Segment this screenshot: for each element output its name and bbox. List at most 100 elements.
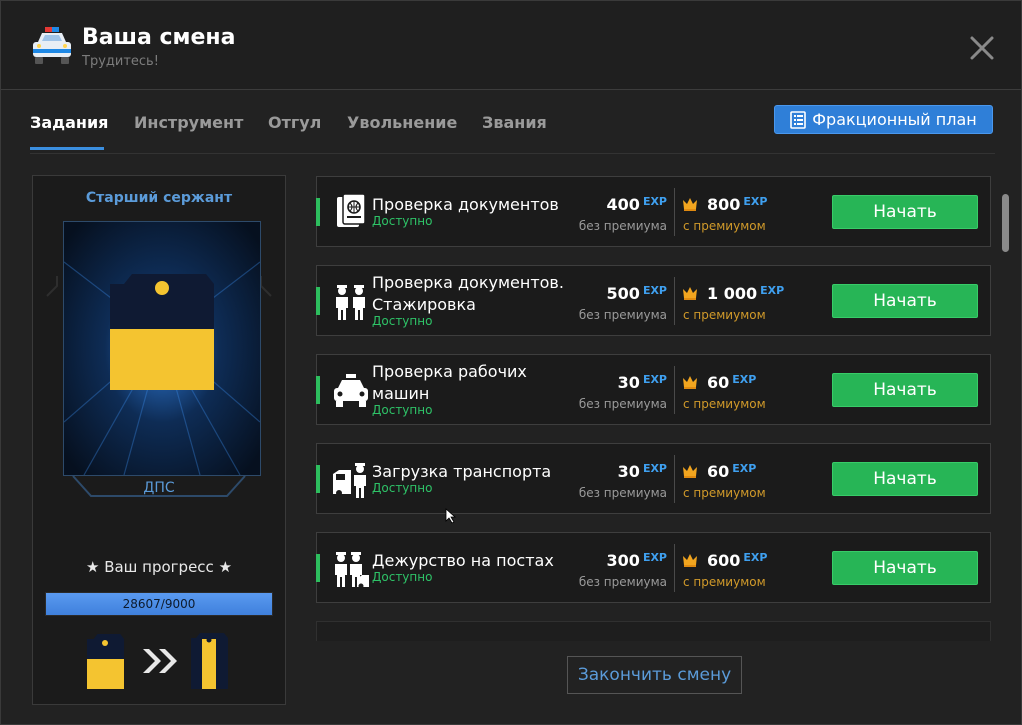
task-row-partial xyxy=(316,621,991,641)
tab-tasks[interactable]: Задания xyxy=(30,113,108,132)
mouse-cursor-icon xyxy=(445,508,457,524)
exp-tag: EXP xyxy=(642,462,667,475)
rank-insignia-icon xyxy=(64,222,260,475)
divider xyxy=(674,188,675,236)
tab-day-off[interactable]: Отгул xyxy=(268,113,321,132)
task-status: Доступно xyxy=(372,314,433,328)
task-name: Загрузка транспорта xyxy=(372,461,551,483)
task-exp-value: 400 xyxy=(606,195,640,214)
shift-window: Ваша смена Трудитесь! Задания Инструмент… xyxy=(0,0,1022,725)
with-premium-label: с премиумом xyxy=(683,575,766,589)
window-subtitle: Трудитесь! xyxy=(82,54,159,69)
task-exp-value: 30 xyxy=(617,462,640,481)
task-name-line2: Стажировка xyxy=(372,295,476,314)
divider xyxy=(674,544,675,592)
task-name-line1: Дежурство на постах xyxy=(372,551,554,570)
progress-bar: 28607/9000 xyxy=(45,592,273,616)
divider xyxy=(674,455,675,503)
task-accent xyxy=(316,554,320,582)
task-exp-premium-value: 60 xyxy=(707,462,730,481)
task-name-line1: Проверка рабочих xyxy=(372,362,527,381)
task-name-line2: машин xyxy=(372,384,430,403)
exp-tag: EXP xyxy=(732,373,757,386)
with-premium-label: с премиумом xyxy=(683,397,766,411)
close-icon[interactable] xyxy=(965,31,999,65)
tab-dismissal[interactable]: Увольнение xyxy=(347,113,457,132)
current-rank-icon xyxy=(87,634,125,689)
task-row: Проверка документов. Стажировка Доступно 50… xyxy=(316,265,991,336)
crown-icon xyxy=(683,198,697,211)
with-premium-label: с премиумом xyxy=(683,308,766,322)
rank-name: Старший сержант xyxy=(85,190,233,206)
divider xyxy=(674,277,675,325)
start-task-button[interactable]: Начать xyxy=(832,462,978,496)
tab-ranks[interactable]: Звания xyxy=(482,113,547,132)
tow-officer-icon xyxy=(333,463,366,498)
start-task-button[interactable]: Начать xyxy=(832,284,978,318)
task-name: Дежурство на постах xyxy=(372,550,554,572)
passport-icon xyxy=(337,193,366,227)
exp-tag: EXP xyxy=(743,551,768,564)
next-rank-icon xyxy=(191,633,228,689)
with-premium-label: с премиумом xyxy=(683,219,766,233)
scrollbar[interactable] xyxy=(1002,194,1009,252)
active-tab-indicator xyxy=(30,147,104,150)
task-exp: 400 EXP xyxy=(567,195,667,214)
tab-tools[interactable]: Инструмент xyxy=(134,113,243,132)
document-list-icon xyxy=(790,110,807,129)
task-exp-premium-value: 60 xyxy=(707,373,730,392)
task-status: Доступно xyxy=(372,214,433,228)
task-status: Доступно xyxy=(372,570,433,584)
task-row: Проверка рабочих машин Доступно 30 EXP без пр… xyxy=(316,354,991,425)
task-exp-value: 500 xyxy=(606,284,640,303)
task-row: Проверка документов Доступно 400 EXP без пре… xyxy=(316,176,991,247)
exp-tag: EXP xyxy=(760,284,785,297)
task-status: Доступно xyxy=(372,403,433,417)
exp-tag: EXP xyxy=(642,551,667,564)
faction-plan-button[interactable]: Фракционный план xyxy=(774,105,993,134)
task-exp-premium-value: 1 000 xyxy=(707,284,758,303)
task-exp-value: 300 xyxy=(606,551,640,570)
start-task-button[interactable]: Начать xyxy=(832,551,978,585)
progress-title-text: Ваш прогресс xyxy=(104,558,214,576)
task-name-line1: Загрузка транспорта xyxy=(372,462,552,481)
crown-icon xyxy=(683,465,697,478)
faction-plan-label: Фракционный план xyxy=(812,110,977,129)
police-car-icon xyxy=(33,27,71,64)
crown-icon xyxy=(683,376,697,389)
start-task-button[interactable]: Начать xyxy=(832,373,978,407)
task-exp-value: 30 xyxy=(617,373,640,392)
task-accent xyxy=(316,376,320,404)
task-exp-premium-value: 800 xyxy=(707,195,741,214)
crown-icon xyxy=(683,287,697,300)
task-exp: 30 EXP xyxy=(567,373,667,392)
exp-tag: EXP xyxy=(642,373,667,386)
task-name: Проверка рабочих машин xyxy=(372,361,527,405)
task-exp: 500 EXP xyxy=(567,284,667,303)
task-exp-premium: 600 EXP xyxy=(707,551,767,570)
task-accent xyxy=(316,198,320,226)
no-premium-label: без премиума xyxy=(578,397,667,411)
police-car-icon xyxy=(334,374,368,407)
end-shift-button[interactable]: Закончить смену xyxy=(567,656,742,694)
window-title: Ваша смена xyxy=(82,25,236,50)
department-label: ДПС xyxy=(143,480,175,496)
task-name-line1: Проверка документов xyxy=(372,195,559,214)
task-exp-premium: 60 EXP xyxy=(707,373,756,392)
start-task-button[interactable]: Начать xyxy=(832,195,978,229)
task-exp-premium: 1 000 EXP xyxy=(707,284,784,303)
exp-tag: EXP xyxy=(743,195,768,208)
task-accent xyxy=(316,465,320,493)
exp-tag: EXP xyxy=(642,284,667,297)
no-premium-label: без премиума xyxy=(578,219,667,233)
task-exp-premium-value: 600 xyxy=(707,551,741,570)
task-exp: 30 EXP xyxy=(567,462,667,481)
progress-text: 28607/9000 xyxy=(122,597,196,611)
officers-icon xyxy=(336,285,365,320)
star-icon: ★ xyxy=(218,558,233,576)
task-exp-premium: 800 EXP xyxy=(707,195,767,214)
task-exp-premium: 60 EXP xyxy=(707,462,756,481)
crown-icon xyxy=(683,554,697,567)
rank-insignia-image xyxy=(63,221,261,476)
task-row: Дежурство на постах Доступно 300 EXP без пре… xyxy=(316,532,991,603)
